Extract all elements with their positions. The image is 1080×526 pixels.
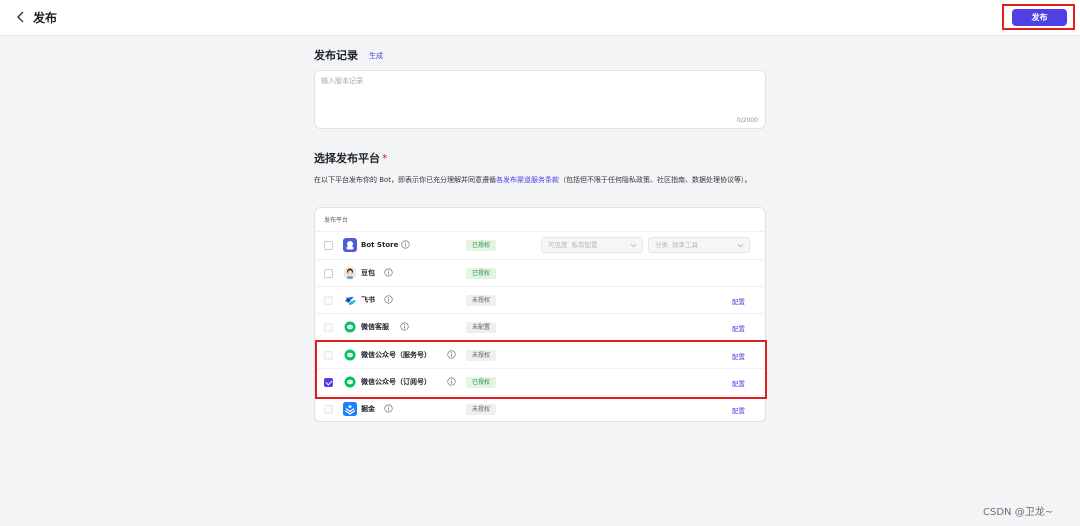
checkbox-botstore[interactable] xyxy=(324,241,333,250)
platform-row-juejin: 掘金 未授权 配置 xyxy=(315,395,765,421)
record-section-title: 发布记录 xyxy=(314,49,358,62)
checkbox-juejin[interactable] xyxy=(324,405,333,414)
category-select[interactable]: 分类 效率工具 xyxy=(648,237,750,253)
publish-button[interactable]: 发布 xyxy=(1012,9,1067,26)
info-icon[interactable] xyxy=(447,350,456,359)
platform-row-wechat-service: 微信公众号（服务号） 未授权 配置 xyxy=(315,341,765,368)
platform-row-doubao: 豆包 已授权 xyxy=(315,259,765,286)
top-bar: 发布 发布 xyxy=(0,0,1080,36)
wechat-logo-icon xyxy=(344,321,356,333)
status-badge: 已授权 xyxy=(466,377,496,388)
platform-row-wechat-kf: 微信客服 未配置 配置 xyxy=(315,313,765,340)
required-mark: * xyxy=(382,152,388,165)
bot-store-logo-icon xyxy=(343,238,357,252)
chevron-down-icon xyxy=(630,243,637,248)
wechat-logo-icon xyxy=(344,376,356,388)
info-icon[interactable] xyxy=(384,295,393,304)
doubao-logo-icon xyxy=(343,266,357,280)
chevron-down-icon xyxy=(737,243,744,248)
platform-row-botstore: Bot Store 已授权 可见度 私有配置 分类 效率工具 xyxy=(315,231,765,258)
feishu-logo-icon xyxy=(345,296,356,305)
status-badge: 已授权 xyxy=(466,240,496,251)
platform-name: 豆包 xyxy=(361,269,375,277)
info-icon[interactable] xyxy=(447,377,456,386)
platform-name: 微信客服 xyxy=(361,323,389,331)
config-link-wechat-service[interactable]: 配置 xyxy=(732,351,745,361)
platform-name: 微信公众号（服务号） xyxy=(361,351,431,359)
info-icon[interactable] xyxy=(384,404,393,413)
platform-name: 掘金 xyxy=(361,405,375,413)
char-count: 0/2000 xyxy=(736,117,758,124)
platform-name: Bot Store xyxy=(361,241,399,249)
platform-name: 飞书 xyxy=(361,296,375,304)
generate-link[interactable]: 生成 xyxy=(369,51,383,61)
checkbox-doubao[interactable] xyxy=(324,269,333,278)
record-input-box: 0/2000 xyxy=(314,70,766,129)
wechat-logo-icon xyxy=(344,349,356,361)
juejin-logo-icon xyxy=(343,402,357,416)
config-link-juejin[interactable]: 配置 xyxy=(732,405,745,415)
status-badge: 已授权 xyxy=(466,268,496,279)
info-icon[interactable] xyxy=(384,268,393,277)
config-link-wechat-kf[interactable]: 配置 xyxy=(732,323,745,333)
visibility-select[interactable]: 可见度 私有配置 xyxy=(541,237,643,253)
status-badge: 未授权 xyxy=(466,404,496,415)
platform-row-wechat-subscription: 微信公众号（订阅号） 已授权 配置 xyxy=(315,368,765,395)
platform-terms-text: 在以下平台发布你的 Bot，即表示你已充分理解并同意遵循各发布渠道服务条款（包括… xyxy=(314,176,752,184)
back-arrow-icon[interactable] xyxy=(14,10,28,24)
terms-link[interactable]: 各发布渠道服务条款 xyxy=(496,176,559,184)
checkbox-wechat-subscription[interactable] xyxy=(324,378,333,387)
status-badge: 未授权 xyxy=(466,295,496,306)
config-link-feishu[interactable]: 配置 xyxy=(732,296,745,306)
checkbox-wechat-kf[interactable] xyxy=(324,323,333,332)
record-input[interactable] xyxy=(321,76,759,116)
status-badge: 未配置 xyxy=(466,322,496,333)
info-icon[interactable] xyxy=(400,322,409,331)
platform-row-feishu: 飞书 未授权 配置 xyxy=(315,286,765,313)
watermark: CSDN @卫龙~ xyxy=(983,507,1054,518)
platform-section-title: 选择发布平台 * xyxy=(314,152,388,165)
platform-name: 微信公众号（订阅号） xyxy=(361,378,431,386)
status-badge: 未授权 xyxy=(466,350,496,361)
checkbox-wechat-service[interactable] xyxy=(324,351,333,360)
page-title: 发布 xyxy=(33,11,58,25)
table-header: 发布平台 xyxy=(324,217,349,224)
info-icon[interactable] xyxy=(401,240,410,249)
checkbox-feishu[interactable] xyxy=(324,296,333,305)
config-link-wechat-subscription[interactable]: 配置 xyxy=(732,378,745,388)
platform-table: 发布平台 Bot Store 已授权 可见度 私有配置 分类 效率工具 豆包 已… xyxy=(314,207,766,422)
